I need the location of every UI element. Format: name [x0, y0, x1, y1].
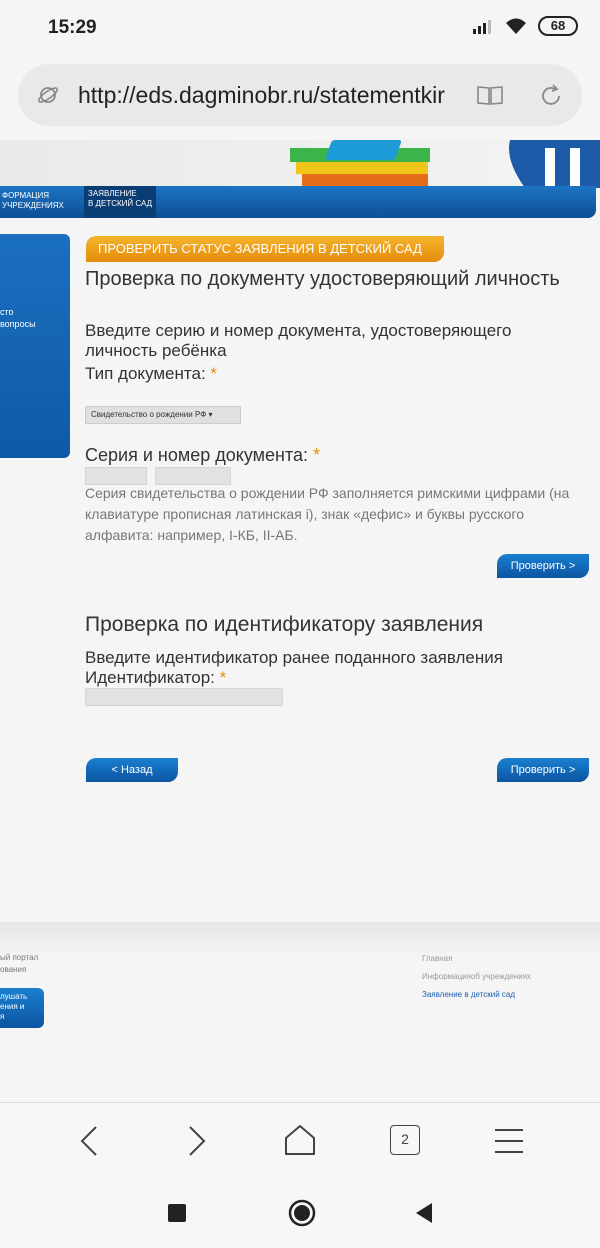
footer: ый портал ования лушать ения и я Главная…	[0, 922, 600, 1102]
check-doc-button[interactable]: Проверить >	[497, 554, 589, 578]
reader-mode-icon[interactable]	[476, 83, 504, 107]
url-bar[interactable]: http://eds.dagminobr.ru/statementkir	[18, 64, 582, 126]
home-icon[interactable]	[283, 1123, 317, 1157]
footer-link-institutions[interactable]: Информацияоб учреждениях	[422, 972, 531, 981]
footer-link-home[interactable]: Главная	[422, 954, 452, 963]
id-label-row: Идентификатор: *	[85, 668, 226, 688]
doc-check-heading: Проверка по документу удостоверяющий лич…	[85, 268, 560, 290]
status-bar: 15:29 68	[0, 0, 600, 58]
wifi-icon	[506, 18, 526, 34]
forward-icon[interactable]	[184, 1125, 208, 1157]
id-input[interactable]	[85, 688, 283, 706]
menu-icon[interactable]	[494, 1127, 524, 1155]
books-illustration	[290, 140, 600, 188]
signal-icon	[473, 20, 491, 34]
browser-toolbar: 2	[0, 1102, 600, 1176]
main-nav: ФОРМАЦИЯ УЧРЕЖДЕНИЯХ ЗАЯВЛЕНИЕ В ДЕТСКИЙ…	[0, 186, 596, 218]
doc-type-label-row: Тип документа: *	[85, 364, 217, 384]
recents-icon[interactable]	[168, 1204, 186, 1222]
series-label-row: Серия и номер документа: *	[85, 445, 320, 465]
sidebar-text[interactable]: сто вопросы	[0, 306, 36, 330]
required-mark: *	[313, 445, 321, 465]
series-label: Серия и номер документа:	[85, 445, 308, 465]
required-mark: *	[219, 668, 227, 687]
footer-divider	[0, 922, 600, 958]
reload-icon[interactable]	[538, 83, 564, 109]
nav-item-institutions[interactable]: ФОРМАЦИЯ УЧРЕЖДЕНИЯХ	[2, 191, 64, 211]
footer-listen-button[interactable]: лушать ения и я	[0, 988, 44, 1028]
id-instruction: Введите идентификатор ранее поданного за…	[85, 648, 503, 667]
web-page: ФОРМАЦИЯ УЧРЕЖДЕНИЯХ ЗАЯВЛЕНИЕ В ДЕТСКИЙ…	[0, 140, 600, 1102]
header-banner	[0, 140, 600, 188]
series-hint: Серия свидетельства о рождении РФ заполн…	[85, 485, 570, 543]
nav-item-kindergarten[interactable]: ЗАЯВЛЕНИЕ В ДЕТСКИЙ САД	[84, 186, 156, 218]
back-icon[interactable]	[78, 1125, 102, 1157]
status-icons: 68	[472, 16, 578, 36]
back-button[interactable]: < Назад	[86, 758, 178, 782]
planet-icon	[37, 87, 59, 103]
battery-indicator: 68	[538, 16, 578, 36]
footer-link-kindergarten[interactable]: Заявление в детский сад	[422, 990, 515, 999]
footer-portal-text: ый портал ования	[0, 953, 39, 974]
doc-type-label: Тип документа:	[85, 364, 206, 383]
android-nav-bar	[0, 1176, 600, 1248]
doc-type-select[interactable]: Свидетельство о рождении РФ ▾	[85, 406, 241, 424]
url-text[interactable]: http://eds.dagminobr.ru/statementkir	[78, 82, 445, 109]
required-mark: *	[210, 364, 218, 383]
id-check-heading: Проверка по идентификатору заявления	[85, 613, 484, 636]
tab-check-status[interactable]: ПРОВЕРИТЬ СТАТУС ЗАЯВЛЕНИЯ В ДЕТСКИЙ САД	[86, 236, 444, 262]
id-label: Идентификатор:	[85, 668, 215, 687]
status-time: 15:29	[48, 17, 97, 38]
check-id-button[interactable]: Проверить >	[497, 758, 589, 782]
sidebar[interactable]: сто вопросы	[0, 234, 70, 458]
back-nav-icon[interactable]	[414, 1202, 434, 1224]
tab-count: 2	[401, 1131, 409, 1147]
tabs-button[interactable]: 2	[390, 1125, 420, 1155]
home-nav-icon[interactable]	[287, 1198, 317, 1228]
doc-instruction: Введите серию и номер документа, удостов…	[85, 321, 512, 360]
